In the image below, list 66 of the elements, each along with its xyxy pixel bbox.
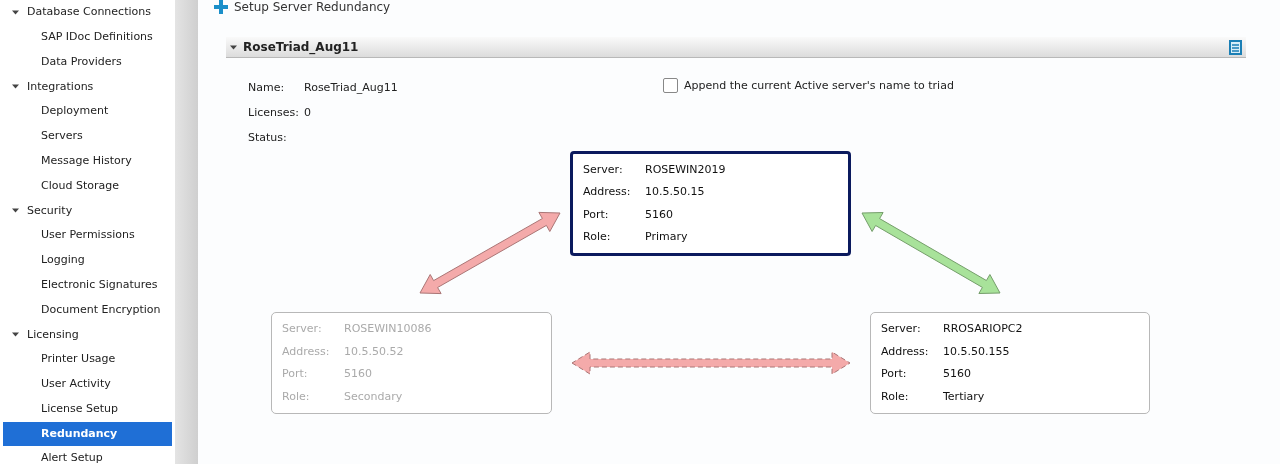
tree-item[interactable]: Logging bbox=[3, 247, 172, 273]
tree-group[interactable]: Integrations bbox=[0, 74, 175, 100]
tree-item[interactable]: Redundancy bbox=[3, 421, 172, 447]
server-field-label: Server: bbox=[583, 161, 624, 178]
server-field-value: 10.5.50.15 bbox=[645, 184, 705, 200]
page-title: Setup Server Redundancy bbox=[234, 0, 391, 16]
group-title: RoseTriad_Aug11 bbox=[243, 39, 359, 56]
field-label: Licenses: bbox=[248, 105, 300, 122]
server-field-label: Port: bbox=[881, 366, 908, 382]
tree-item[interactable]: User Permissions bbox=[3, 223, 172, 248]
server-field-value: 5160 bbox=[943, 366, 971, 382]
tree-group-label: Integrations bbox=[27, 78, 94, 95]
checkbox-label: Append the current Active server's name to triad bbox=[684, 78, 954, 94]
field-value: RoseTriad_Aug11 bbox=[304, 80, 398, 97]
server-field-value: ROSEWIN2019 bbox=[645, 161, 726, 178]
tree-group[interactable]: Licensing bbox=[0, 322, 175, 348]
caret-icon bbox=[12, 331, 19, 339]
caret-icon bbox=[12, 207, 19, 215]
server-field-value: Tertiary bbox=[943, 388, 985, 405]
server-field-label: Address: bbox=[881, 343, 930, 360]
server-field-label: Port: bbox=[583, 206, 610, 223]
tree-item[interactable]: Cloud Storage bbox=[3, 173, 172, 199]
server-field-label: Server: bbox=[881, 321, 922, 337]
tree-item[interactable]: Message History bbox=[3, 148, 172, 174]
tree-group[interactable]: Database Connections bbox=[0, 0, 175, 25]
field-value: 0 bbox=[304, 105, 311, 122]
server-field-label: Address: bbox=[282, 343, 331, 360]
group-header[interactable]: RoseTriad_Aug11 bbox=[226, 37, 1246, 58]
tree-item[interactable]: Data Providers bbox=[3, 49, 172, 75]
server-card[interactable]: Server: ROSEWIN2019 Address: 10.5.50.15 Port: 5160 Role: Primary bbox=[570, 151, 851, 256]
tree-group[interactable]: Security bbox=[0, 198, 175, 224]
tree-group-label: Security bbox=[27, 202, 73, 219]
server-field-label: Server: bbox=[282, 321, 323, 337]
tree-item[interactable]: User Activity bbox=[3, 371, 172, 397]
tree-item[interactable]: Deployment bbox=[3, 99, 172, 124]
tree-item[interactable]: SAP IDoc Definitions bbox=[3, 24, 172, 50]
server-field-value: Secondary bbox=[344, 388, 403, 405]
field-label: Status: bbox=[248, 130, 288, 147]
document-icon[interactable] bbox=[1229, 39, 1242, 55]
server-field-label: Port: bbox=[282, 366, 309, 382]
server-field-value: 5160 bbox=[645, 206, 673, 223]
tree-item[interactable]: Electronic Signatures bbox=[3, 272, 172, 298]
server-field-value: Primary bbox=[645, 229, 688, 245]
server-field-value: 10.5.50.52 bbox=[344, 343, 404, 360]
tree-group-label: Licensing bbox=[27, 326, 79, 343]
tree-item[interactable]: License Setup bbox=[3, 396, 172, 422]
checkbox[interactable] bbox=[663, 78, 678, 93]
server-field-label: Address: bbox=[583, 184, 632, 200]
caret-icon bbox=[12, 8, 19, 16]
tree-item[interactable]: Alert Setup bbox=[3, 446, 172, 464]
server-card[interactable]: Server: RROSARIOPC2 Address: 10.5.50.155 Port: 5160 Role: Tertiary bbox=[870, 312, 1150, 414]
field-label: Name: bbox=[248, 80, 286, 97]
tree-item[interactable]: Printer Usage bbox=[3, 347, 172, 372]
server-field-label: Role: bbox=[583, 229, 612, 245]
server-field-value: RROSARIOPC2 bbox=[943, 321, 1023, 337]
caret-icon bbox=[230, 43, 237, 51]
server-field-value: 5160 bbox=[344, 366, 372, 382]
server-field-label: Role: bbox=[282, 388, 311, 405]
plus-icon bbox=[214, 0, 228, 14]
server-field-value: ROSEWIN10086 bbox=[344, 321, 432, 337]
tree-item[interactable]: Document Encryption bbox=[3, 297, 172, 323]
caret-icon bbox=[12, 83, 19, 91]
tree-group-label: Database Connections bbox=[27, 4, 151, 21]
server-field-label: Role: bbox=[881, 388, 910, 405]
tree-item[interactable]: Servers bbox=[3, 124, 172, 149]
server-field-value: 10.5.50.155 bbox=[943, 343, 1010, 360]
